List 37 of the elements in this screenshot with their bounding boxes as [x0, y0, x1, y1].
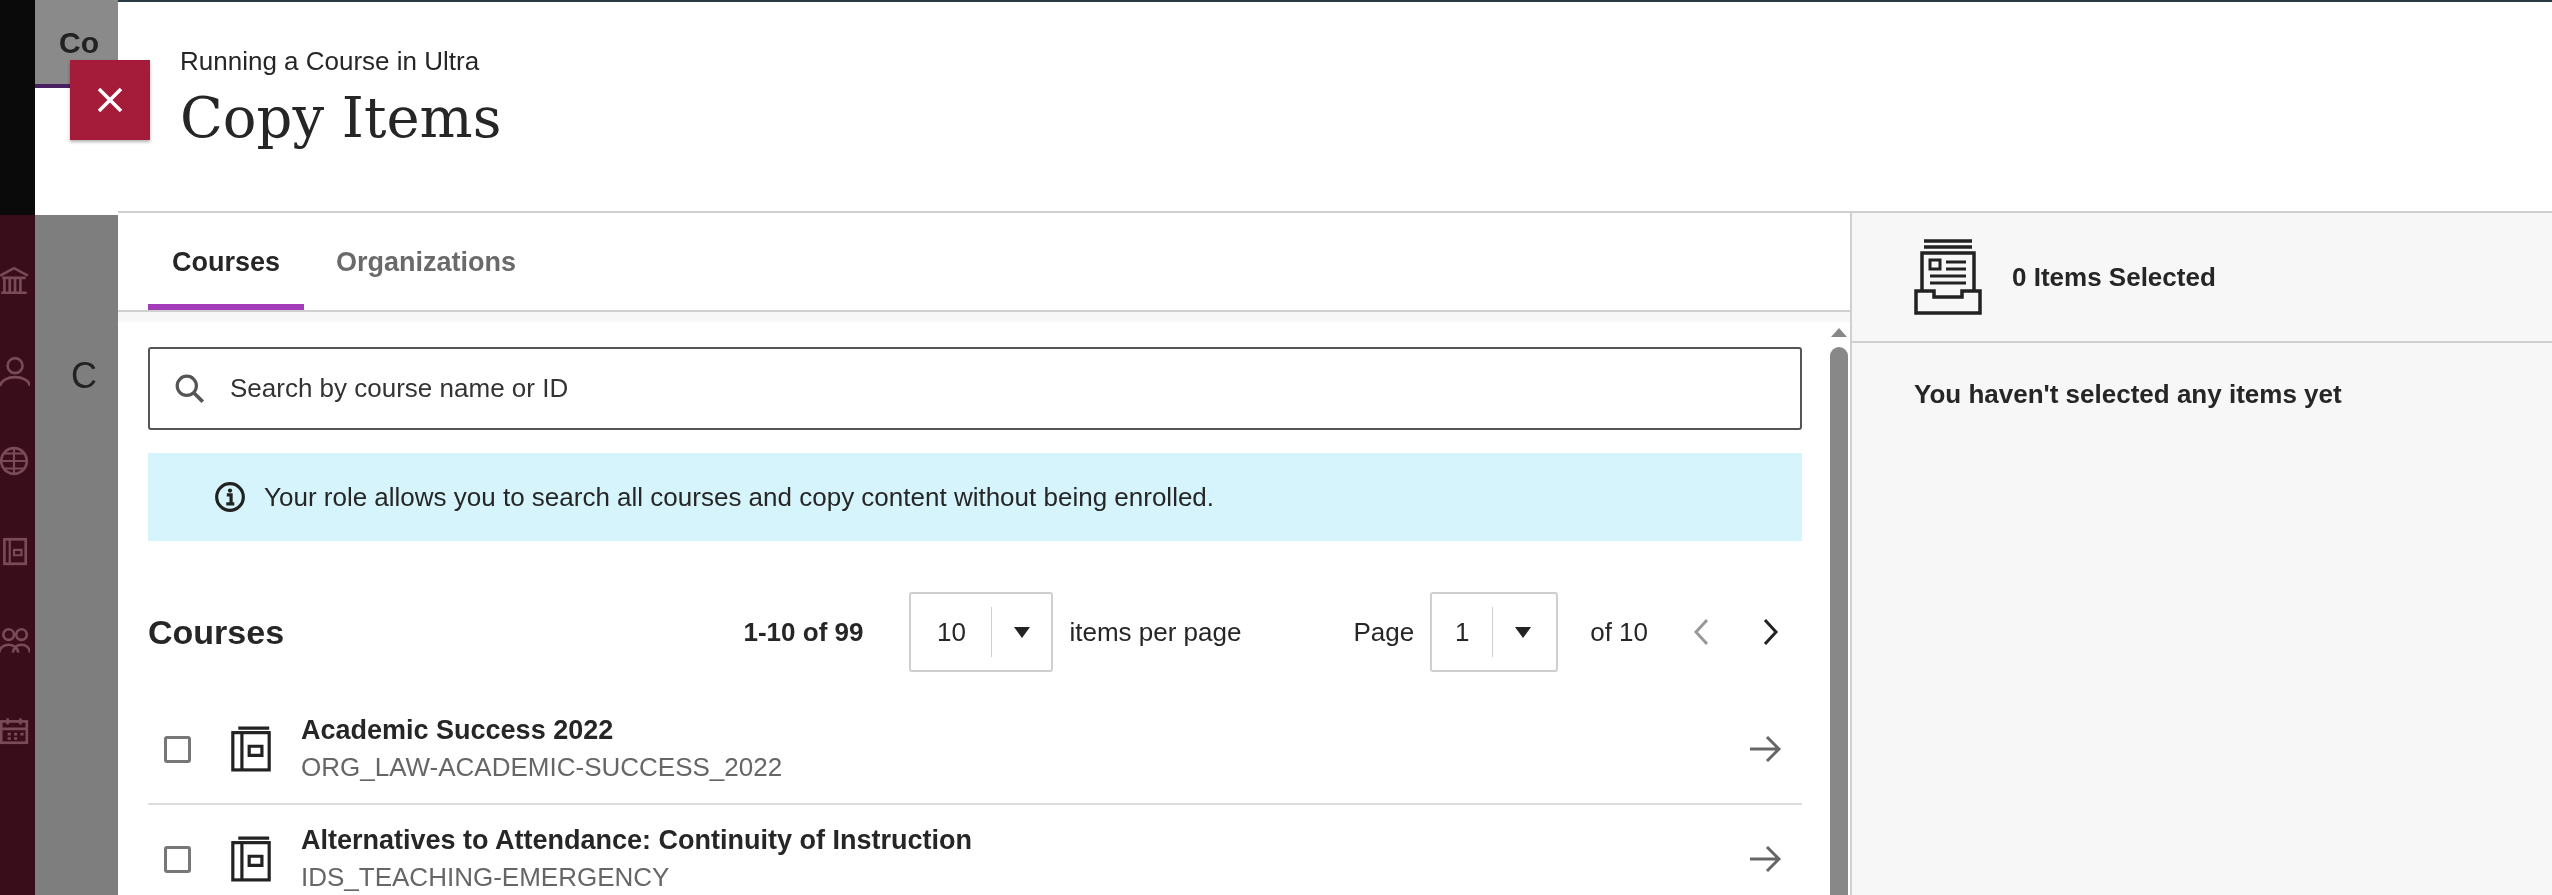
close-icon: [95, 85, 125, 115]
dialog-title: Copy Items: [180, 85, 503, 150]
course-id: IDS_TEACHING-EMERGENCY: [301, 862, 671, 893]
page-label: Page: [1353, 616, 1415, 648]
arrow-right-icon[interactable]: [1748, 734, 1782, 764]
book-icon: [231, 726, 271, 772]
section-heading: Courses: [148, 612, 286, 652]
tab[interactable]: Courses: [148, 247, 305, 310]
page-total: of 10: [1590, 616, 1648, 648]
selected-count: 0 Items Selected: [2012, 261, 2216, 293]
book-icon: [0, 535, 30, 567]
search-icon: [174, 373, 206, 405]
course-name[interactable]: Academic Success 2022: [301, 715, 1748, 746]
page-size-select[interactable]: 10: [909, 592, 1054, 672]
page-select[interactable]: 1: [1430, 592, 1559, 672]
arrow-right-icon[interactable]: [1748, 844, 1782, 874]
info-icon: [214, 481, 246, 513]
background-heading: C: [71, 355, 97, 396]
person-icon: [0, 355, 30, 387]
building-icon: [0, 265, 30, 297]
background-tab-label: Co: [59, 26, 99, 59]
tab[interactable]: Organizations: [312, 247, 541, 310]
empty-selection-message: You haven't selected any items yet: [1914, 379, 2343, 410]
book-icon: [231, 836, 271, 882]
file-drawer-icon: [1914, 239, 1982, 315]
breadcrumb: Running a Course in Ultra: [180, 46, 481, 77]
globe-icon: [0, 445, 30, 477]
search-field[interactable]: Search by course name or ID: [148, 347, 1802, 430]
course-name[interactable]: Alternatives to Attendance: Continuity of Instruction: [301, 825, 1748, 856]
close-button[interactable]: [70, 60, 150, 140]
calendar-icon: [0, 715, 30, 747]
info-message: Your role allows you to search all courses and copy content without being enrolled.: [264, 481, 1215, 513]
checkbox[interactable]: [164, 735, 191, 763]
result-range: 1-10 of 99: [743, 616, 864, 648]
course-id: ORG_LAW-ACADEMIC-SUCCESS_2022: [301, 752, 784, 783]
checkbox[interactable]: [164, 845, 191, 873]
page-size-label: items per page: [1069, 616, 1242, 648]
